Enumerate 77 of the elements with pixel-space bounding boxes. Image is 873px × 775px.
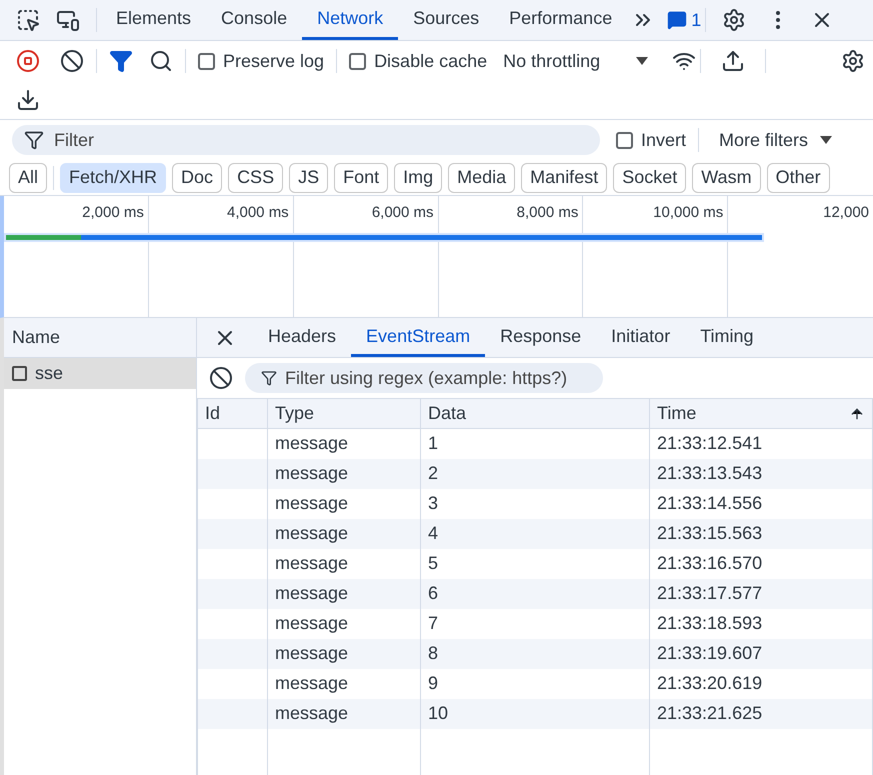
event-data-cell: 2 <box>420 458 650 488</box>
type-filter-chip[interactable]: Media <box>448 162 516 192</box>
name-column-header: Name <box>4 318 196 358</box>
invert-checkbox[interactable] <box>616 132 633 148</box>
regex-filter-field[interactable]: Filter using regex (example: https?) <box>245 363 603 393</box>
event-data-cell: 6 <box>420 578 650 608</box>
stop-recording-icon[interactable] <box>16 49 40 73</box>
settings-icon[interactable] <box>841 49 865 73</box>
event-data-cell: 10 <box>420 698 650 728</box>
panel-tab[interactable]: Elements <box>101 0 206 40</box>
checkbox-label: Invert <box>641 128 686 152</box>
detail-tab[interactable]: EventStream <box>351 318 486 357</box>
settings-icon[interactable] <box>722 8 746 32</box>
event-time-cell: 21:33:19.607 <box>650 638 872 668</box>
filter-icon[interactable] <box>109 49 133 73</box>
type-filter-chip[interactable]: Socket <box>613 162 686 192</box>
filter-icon <box>261 370 277 386</box>
panel-tab[interactable]: Performance <box>494 0 628 40</box>
type-filter-chip[interactable]: Other <box>766 162 830 192</box>
type-filter-chip[interactable]: Wasm <box>692 162 761 192</box>
download-icon[interactable] <box>16 88 40 112</box>
panel-tab[interactable]: Network <box>302 0 398 40</box>
timeline-tick: 12,000 <box>823 203 870 223</box>
event-type-cell: message <box>268 578 420 608</box>
type-filter-chip[interactable]: All <box>9 162 48 192</box>
type-filter-chip[interactable]: Doc <box>172 162 222 192</box>
throttling-dropdown[interactable]: No throttling <box>503 48 648 74</box>
event-type-cell: message <box>268 698 420 728</box>
clear-icon[interactable] <box>60 49 84 73</box>
type-filter-chip[interactable]: CSS <box>228 162 284 192</box>
event-time-cell: 21:33:17.577 <box>650 578 872 608</box>
event-time-cell: 21:33:13.543 <box>650 458 872 488</box>
type-filter-chip[interactable]: Manifest <box>521 162 608 192</box>
timeline-tick: 4,000 ms <box>226 203 289 223</box>
type-filter-chip[interactable]: Font <box>334 162 388 192</box>
event-data-cell: 8 <box>420 638 650 668</box>
disable-cache-checkbox[interactable] <box>349 52 366 70</box>
preserve-log-checkbox[interactable] <box>198 52 215 70</box>
filter-icon <box>24 130 44 150</box>
event-type-cell: message <box>268 638 420 668</box>
filter-field[interactable]: Filter <box>12 125 600 155</box>
request-row[interactable]: sse <box>4 358 196 389</box>
column-header[interactable]: Data <box>420 398 650 428</box>
checkbox-label: Disable cache <box>374 50 488 72</box>
inspect-icon[interactable] <box>16 8 40 32</box>
detail-tab[interactable]: Response <box>485 318 596 357</box>
issues-button[interactable]: 1 <box>667 6 702 34</box>
column-header[interactable]: Time <box>650 398 872 428</box>
panel-tab[interactable]: Console <box>206 0 302 40</box>
detail-tab[interactable]: Headers <box>253 318 352 357</box>
event-type-cell: message <box>268 518 420 548</box>
event-data-cell: 4 <box>420 518 650 548</box>
column-header[interactable]: Id <box>198 398 268 428</box>
type-filter-chip[interactable]: Fetch/XHR <box>60 162 166 192</box>
event-time-cell: 21:33:21.625 <box>650 698 872 728</box>
timeline-tick: 10,000 ms <box>653 203 724 223</box>
dropdown-arrow-icon <box>820 136 832 144</box>
event-type-cell: message <box>268 458 420 488</box>
search-icon[interactable] <box>149 49 173 73</box>
type-filter-chip[interactable]: Img <box>394 162 442 192</box>
timeline-tick: 8,000 ms <box>516 203 578 223</box>
timeline-tick: 2,000 ms <box>82 203 144 223</box>
column-header[interactable]: Type <box>268 398 420 428</box>
event-time-cell: 21:33:15.563 <box>650 518 872 548</box>
sort-ascending-icon <box>849 406 865 422</box>
detail-tab[interactable]: Timing <box>685 318 769 357</box>
message-icon <box>667 10 688 30</box>
checkbox-label: Preserve log <box>223 50 324 73</box>
clear-icon[interactable] <box>209 366 233 390</box>
timeline-tick: 6,000 ms <box>372 203 434 223</box>
device-icon[interactable] <box>56 8 80 32</box>
panel-tab[interactable]: Sources <box>398 0 494 40</box>
dropdown-arrow-icon <box>636 57 648 65</box>
type-filter-chip[interactable]: JS <box>289 162 328 192</box>
detail-tab[interactable]: Initiator <box>596 318 686 357</box>
upload-icon[interactable] <box>721 49 746 73</box>
more-filters-dropdown[interactable]: More filters <box>719 126 832 154</box>
